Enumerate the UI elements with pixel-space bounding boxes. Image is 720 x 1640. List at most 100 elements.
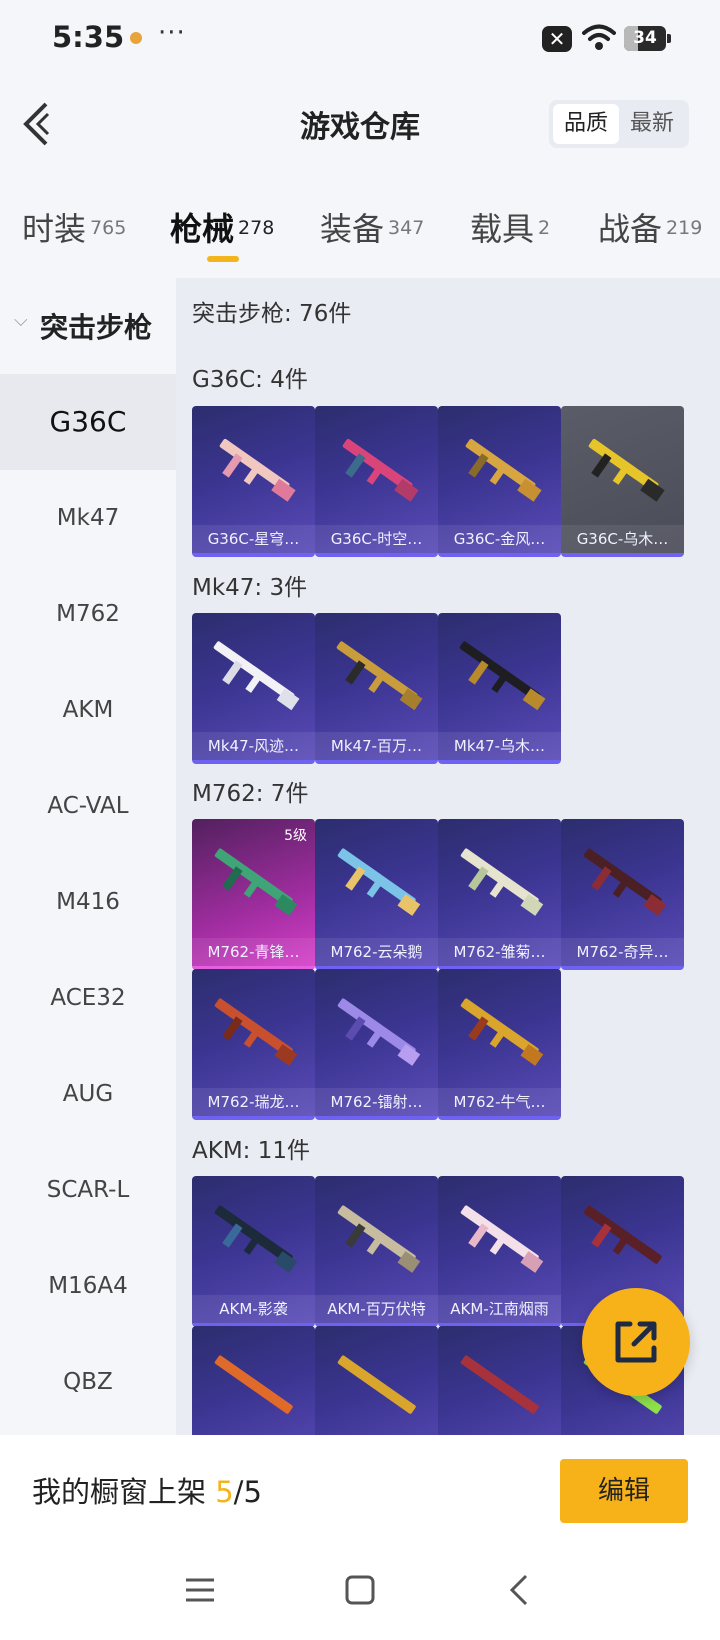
status-more-icon: ··· [158,18,186,48]
tab-label: 装备 [320,210,385,248]
weapon-card[interactable]: AKM-影袭 [192,1176,315,1327]
showcase-label: 我的橱窗上架 [32,1475,216,1509]
rifle-icon [337,848,421,916]
group-title: G36C: 4件 [192,367,308,393]
tab-label: 枪械 [170,210,235,248]
edit-button[interactable]: 编辑 [560,1459,688,1523]
rifle-icon [588,438,665,502]
weapon-grid: 突击步枪: 76件 G36C: 4件 G36C-星穹… G36C-时空… G36… [176,278,720,1435]
weapon-card[interactable]: G36C-乌木… [561,406,684,557]
rifle-icon [460,848,544,916]
back-icon[interactable] [500,1570,540,1610]
tab-vehicles[interactable]: 载具 2 [470,204,550,250]
weapon-name: Mk47-乌木… [438,732,561,760]
notification-dot-icon [130,32,142,44]
sidebar-item-ac-val[interactable]: AC-VAL [0,758,176,854]
weapon-name: M762-雏菊… [438,938,561,966]
level-badge: 5级 [284,828,307,844]
showcase-bar: 我的橱窗上架 5/5 编辑 [0,1435,720,1540]
rifle-icon [342,438,419,502]
sidebar-item-ace32[interactable]: ACE32 [0,950,176,1046]
rifle-icon [213,641,300,711]
weapon-name: Mk47-风迹… [192,732,315,760]
tab-count: 765 [90,216,127,239]
weapon-name: AKM-百万伏特 [315,1295,438,1323]
section-total: 突击步枪: 76件 [192,301,352,327]
tab-equipment[interactable]: 装备 347 [320,204,424,250]
weapon-card[interactable]: G36C-金风… [438,406,561,557]
rifle-icon [219,438,296,502]
sidebar-item-scar-l[interactable]: SCAR-L [0,1142,176,1238]
sidebar-item-aug[interactable]: AUG [0,1046,176,1142]
tab-count: 278 [238,216,275,239]
weapon-name: M762-奇异… [561,938,684,966]
weapon-card[interactable]: G36C-时空… [315,406,438,557]
sidebar-category-assault-rifle[interactable]: ⌵ 突击步枪 [0,288,176,374]
showcase-current: 5 [215,1475,234,1509]
weapon-card[interactable]: G36C-星穹… [192,406,315,557]
sort-toggle: 品质 最新 [549,100,689,148]
rifle-icon [459,641,546,711]
rifle-icon [337,1355,416,1414]
weapon-name: M762-镭射… [315,1088,438,1116]
sidebar-item-qbz[interactable]: QBZ [0,1334,176,1430]
sidebar-item-m416[interactable]: M416 [0,854,176,950]
weapon-card[interactable]: M762-云朵鹅 [315,819,438,970]
rifle-icon [336,641,423,711]
home-icon[interactable] [340,1570,380,1610]
weapon-card[interactable]: 5级 M762-青锋… [192,819,315,970]
tab-fashion[interactable]: 时装 765 [22,204,126,250]
tab-combat-gear[interactable]: 战备 219 [598,204,702,250]
sim-off-icon: ✕ [542,26,572,52]
battery-tip [667,34,671,43]
system-nav-bar [0,1540,720,1640]
sort-latest-button[interactable]: 最新 [619,104,685,144]
weapon-card[interactable] [315,1326,438,1435]
menu-icon[interactable] [180,1570,220,1610]
sort-quality-button[interactable]: 品质 [553,104,619,144]
sidebar-item-mk47[interactable]: Mk47 [0,470,176,566]
rifle-icon [583,1205,662,1264]
weapon-card[interactable]: AKM-江南烟雨 [438,1176,561,1327]
weapon-card[interactable]: M762-瑞龙… [192,969,315,1120]
weapon-card[interactable]: AKM-百万伏特 [315,1176,438,1327]
weapon-name: AKM-影袭 [192,1295,315,1323]
battery-level: 34 [633,28,657,48]
status-time: 5:35 [52,20,125,54]
group-title: M762: 7件 [192,781,309,807]
rifle-icon [337,998,421,1066]
rifle-icon [583,848,667,916]
share-button[interactable] [582,1288,690,1396]
sidebar-item-g36c[interactable]: G36C [0,374,176,470]
wifi-icon [582,24,616,50]
weapon-name: M762-云朵鹅 [315,938,438,966]
weapon-name: G36C-乌木… [561,525,684,553]
rifle-icon [460,1355,539,1414]
showcase-total: /5 [233,1475,262,1509]
sidebar-category-label: 突击步枪 [40,311,153,344]
showcase-status: 我的橱窗上架 5/5 [32,1469,262,1511]
weapon-card[interactable]: M762-镭射… [315,969,438,1120]
group-title: AKM: 11件 [192,1138,310,1164]
tab-label: 载具 [470,210,535,248]
status-bar: 5:35 ··· ✕ 34 [0,0,720,80]
rifle-icon [214,1205,298,1273]
sidebar-item-m762[interactable]: M762 [0,566,176,662]
weapon-card[interactable]: M762-雏菊… [438,819,561,970]
weapon-card[interactable] [192,1326,315,1435]
sidebar-item-akm[interactable]: AKM [0,662,176,758]
tab-firearms[interactable]: 枪械 278 [170,204,274,250]
active-tab-indicator [207,256,239,262]
weapon-type-sidebar: ⌵ 突击步枪 G36C Mk47 M762 AKM AC-VAL M416 AC… [0,278,176,1435]
sidebar-item-m16a4[interactable]: M16A4 [0,1238,176,1334]
weapon-card[interactable]: Mk47-风迹… [192,613,315,764]
weapon-name: M762-牛气… [438,1088,561,1116]
tab-count: 347 [388,216,425,239]
rifle-icon [460,998,544,1066]
weapon-card[interactable]: Mk47-乌木… [438,613,561,764]
weapon-card[interactable] [438,1326,561,1435]
weapon-card[interactable]: M762-奇异… [561,819,684,970]
category-tabs: 时装 765 枪械 278 装备 347 载具 2 战备 219 [0,200,720,270]
weapon-card[interactable]: Mk47-百万… [315,613,438,764]
weapon-card[interactable]: M762-牛气… [438,969,561,1120]
